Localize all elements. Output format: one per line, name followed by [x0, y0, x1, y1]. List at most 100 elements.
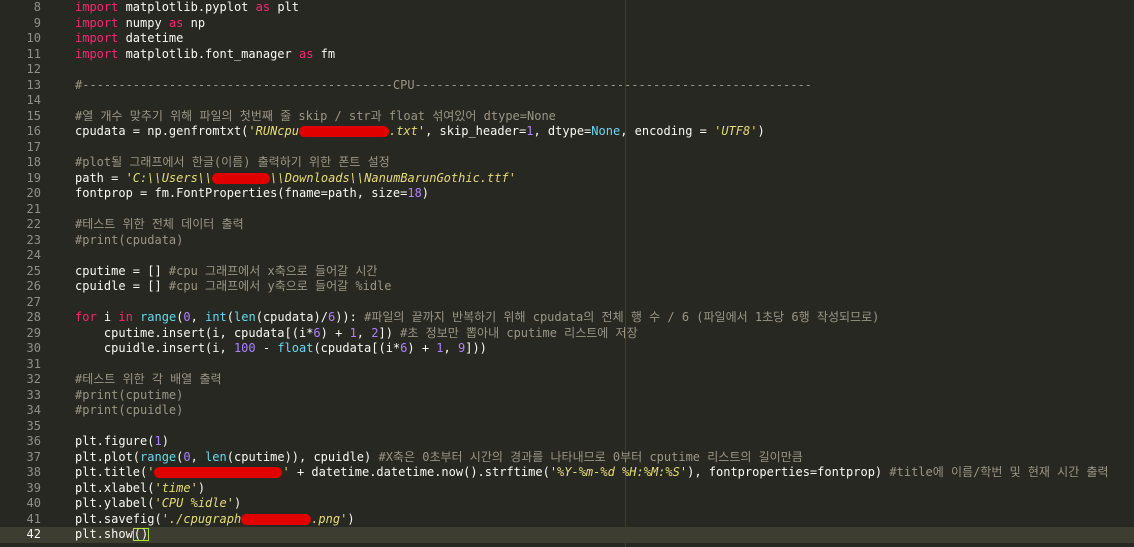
code-token: cpuidle.insert(i,: [75, 341, 234, 355]
code-line[interactable]: 16 cpudata = np.genfromtxt('RUNcpu .txt', …: [0, 124, 1134, 140]
code-text[interactable]: cpudata = np.genfromtxt('RUNcpu .txt', sk…: [75, 124, 765, 140]
line-number: 14: [26, 93, 41, 107]
redaction-mark: [241, 513, 312, 525]
code-token: plt.ylabel(: [75, 496, 155, 510]
code-line[interactable]: 39 plt.xlabel('time'): [0, 481, 1134, 497]
line-number: 8: [33, 0, 41, 14]
code-text[interactable]: plt.ylabel('CPU %idle'): [75, 496, 241, 512]
code-text[interactable]: import numpy as np: [75, 16, 205, 32]
code-line[interactable]: 24: [0, 248, 1134, 264]
code-token: range: [140, 449, 177, 464]
code-line[interactable]: 29 cputime.insert(i, cpudata[(i*6) + 1, …: [0, 326, 1134, 342]
code-text[interactable]: #print(cpuidle): [75, 403, 183, 419]
code-token: (cpudata[(i*: [313, 341, 401, 355]
code-line[interactable]: 34 #print(cpuidle): [0, 403, 1134, 419]
code-line[interactable]: 19 path = 'C:\\Users\\ \\Downloads\\NanumB…: [0, 171, 1134, 187]
line-number: 24: [26, 248, 41, 262]
code-line[interactable]: 33 #print(cputime): [0, 388, 1134, 404]
code-line[interactable]: 41 plt.savefig('./cpugraph .png'): [0, 512, 1134, 528]
code-text[interactable]: fontprop = fm.FontProperties(fname=path,…: [75, 186, 429, 202]
code-token: '%Y-%m-%d %H:%M:%S': [549, 465, 688, 479]
code-line[interactable]: 10 import datetime: [0, 31, 1134, 47]
code-editor[interactable]: 8 import matplotlib.pyplot as plt 9 import …: [0, 0, 1134, 547]
code-text[interactable]: plt.show(): [75, 527, 150, 543]
code-line[interactable]: 26 cpuidle = [] #cpu 그래프에서 y축으로 들어갈 %idle: [0, 279, 1134, 295]
code-text[interactable]: #---------------------------------------…: [75, 78, 812, 94]
code-text[interactable]: cpuidle.insert(i, 100 - float(cpudata[(i…: [75, 341, 487, 357]
code-text[interactable]: plt.plot(range(0, len(cputime)), cpuidle…: [75, 450, 803, 466]
code-token: ) +: [407, 341, 437, 355]
redaction-mark: [212, 172, 271, 184]
code-line[interactable]: 22 #테스트 위한 전체 데이터 출력: [0, 217, 1134, 233]
line-number: 17: [26, 139, 41, 154]
code-line[interactable]: 9 import numpy as np: [0, 16, 1134, 32]
line-number: 21: [26, 201, 41, 216]
code-line[interactable]: 42 plt.show(): [0, 527, 1134, 543]
code-line[interactable]: 8 import matplotlib.pyplot as plt: [0, 0, 1134, 16]
line-number: 15: [26, 108, 41, 123]
code-line[interactable]: 28 for i in range(0, int(len(cpudata)/6))…: [0, 310, 1134, 326]
code-token: #테스트 위한 각 배열 출력: [75, 372, 222, 386]
code-line[interactable]: 36 plt.figure(1): [0, 434, 1134, 450]
code-token: as: [298, 46, 314, 61]
code-token: numpy: [118, 15, 169, 30]
code-line[interactable]: 13 #-------------------------------------…: [0, 78, 1134, 94]
code-token: #title에 이름/학번 및 현재 시간 출력: [889, 465, 1109, 479]
code-text[interactable]: import matplotlib.pyplot as plt: [75, 0, 299, 16]
code-text[interactable]: plt.figure(1): [75, 434, 169, 450]
code-token: #cpu 그래프에서 y축으로 들어갈 %idle: [168, 279, 392, 293]
code-token: matplotlib.pyplot: [118, 0, 256, 14]
code-line[interactable]: 27: [0, 295, 1134, 311]
code-text[interactable]: #print(cputime): [75, 388, 183, 404]
code-token: , dtype=: [533, 124, 592, 138]
line-number: 38: [26, 465, 41, 479]
code-line[interactable]: 25 cputime = [] #cpu 그래프에서 x축으로 들어갈 시간: [0, 264, 1134, 280]
code-text[interactable]: plt.title(' ' + datetime.datetime.now().s…: [75, 465, 1109, 481]
code-text[interactable]: #plot될 그래프에서 한글(이름) 출력하기 위한 폰트 설정: [75, 155, 390, 171]
code-token: as: [168, 15, 184, 30]
code-token: ,: [356, 325, 372, 340]
code-text[interactable]: #테스트 위한 각 배열 출력: [75, 372, 222, 388]
code-line[interactable]: 31: [0, 357, 1134, 373]
code-token: , encoding =: [620, 124, 715, 138]
code-line[interactable]: 21: [0, 202, 1134, 218]
code-text[interactable]: cpuidle = [] #cpu 그래프에서 y축으로 들어갈 %idle: [75, 279, 392, 295]
code-token: ) +: [320, 325, 350, 340]
code-line[interactable]: 14: [0, 93, 1134, 109]
code-line[interactable]: 30 cpuidle.insert(i, 100 - float(cpudata…: [0, 341, 1134, 357]
code-line[interactable]: 17: [0, 140, 1134, 156]
code-line[interactable]: 15 #열 개수 맞추기 위해 파일의 첫번째 줄 skip / str과 flo…: [0, 109, 1134, 125]
code-token: (): [132, 527, 150, 541]
code-text[interactable]: for i in range(0, int(len(cpudata)/6)): …: [75, 310, 879, 326]
code-line[interactable]: 20 fontprop = fm.FontProperties(fname=pat…: [0, 186, 1134, 202]
code-token: './cpugraph: [161, 511, 242, 526]
code-line[interactable]: 35: [0, 419, 1134, 435]
code-text[interactable]: import datetime: [75, 31, 183, 47]
code-line[interactable]: 37 plt.plot(range(0, len(cputime)), cpuid…: [0, 450, 1134, 466]
line-number: 9: [33, 15, 41, 30]
code-text[interactable]: #print(cpudata): [75, 233, 183, 249]
code-line[interactable]: 32 #테스트 위한 각 배열 출력: [0, 372, 1134, 388]
code-line[interactable]: 12: [0, 62, 1134, 78]
code-text[interactable]: plt.xlabel('time'): [75, 481, 205, 497]
line-number: 16: [26, 124, 41, 138]
code-token: ): [197, 480, 206, 495]
code-text[interactable]: path = 'C:\\Users\\ \\Downloads\\NanumBar…: [75, 171, 516, 187]
code-text[interactable]: #테스트 위한 전체 데이터 출력: [75, 217, 244, 233]
code-text[interactable]: cputime = [] #cpu 그래프에서 x축으로 들어갈 시간: [75, 264, 377, 280]
code-text[interactable]: #열 개수 맞추기 위해 파일의 첫번째 줄 skip / str과 float…: [75, 109, 556, 125]
code-line[interactable]: 11 import matplotlib.font_manager as fm: [0, 47, 1134, 63]
code-line[interactable]: 23 #print(cpudata): [0, 233, 1134, 249]
code-line[interactable]: 38 plt.title(' ' + datetime.datetime.now()…: [0, 465, 1134, 481]
code-token: 1: [349, 325, 357, 340]
code-token: #초 정보만 뽑아내 cputime 리스트에 저장: [400, 325, 638, 340]
line-number: 18: [26, 155, 41, 169]
code-text[interactable]: cputime.insert(i, cpudata[(i*6) + 1, 2])…: [75, 326, 638, 342]
code-text[interactable]: import matplotlib.font_manager as fm: [75, 47, 335, 63]
redaction-mark: [154, 467, 283, 478]
code-line[interactable]: 18 #plot될 그래프에서 한글(이름) 출력하기 위한 폰트 설정: [0, 155, 1134, 171]
line-number: 32: [26, 372, 41, 386]
code-text[interactable]: plt.savefig('./cpugraph .png'): [75, 512, 355, 528]
code-line[interactable]: 40 plt.ylabel('CPU %idle'): [0, 496, 1134, 512]
code-token: ])): [465, 341, 487, 355]
